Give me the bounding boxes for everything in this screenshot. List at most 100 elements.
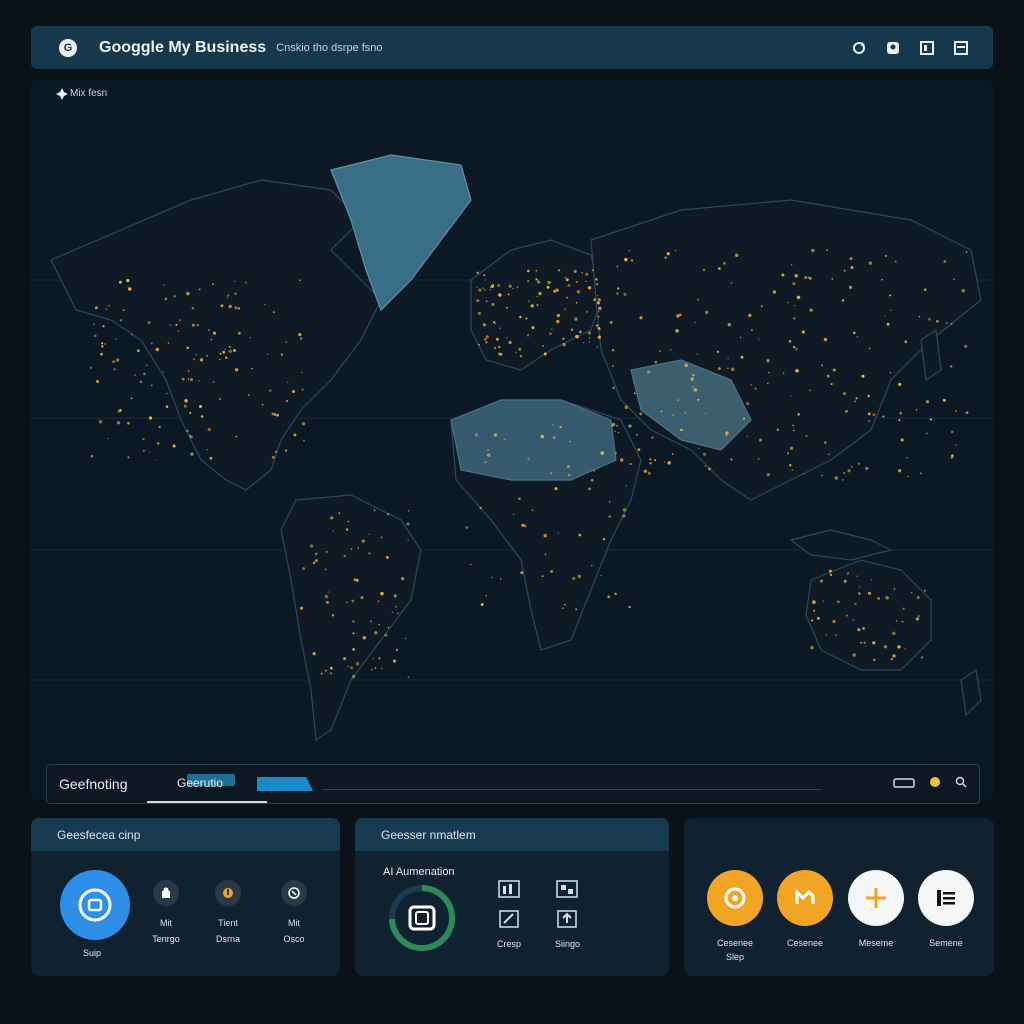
city-light bbox=[794, 304, 796, 307]
city-light bbox=[163, 284, 165, 286]
city-light bbox=[950, 322, 953, 325]
city-light bbox=[96, 380, 99, 383]
city-light bbox=[478, 288, 482, 292]
city-light bbox=[554, 487, 558, 491]
city-light bbox=[136, 349, 140, 353]
city-light bbox=[186, 429, 189, 433]
city-light bbox=[386, 513, 390, 516]
city-light bbox=[598, 306, 602, 311]
city-light bbox=[882, 415, 885, 418]
city-light bbox=[826, 249, 828, 252]
city-light bbox=[664, 256, 667, 259]
city-light bbox=[350, 548, 353, 550]
city-light bbox=[890, 309, 892, 312]
city-light bbox=[915, 617, 919, 621]
city-light bbox=[251, 367, 253, 370]
city-light bbox=[519, 315, 522, 319]
map-route-icon bbox=[777, 870, 833, 926]
city-light bbox=[945, 321, 948, 324]
geofence-item-2[interactable]: Tient Dsrna bbox=[214, 880, 242, 944]
chart-icon bbox=[498, 880, 520, 898]
search-icon[interactable] bbox=[955, 775, 967, 793]
city-light bbox=[535, 278, 538, 281]
city-light bbox=[649, 458, 652, 461]
geofence-primary-button[interactable] bbox=[60, 870, 130, 940]
city-light bbox=[94, 306, 98, 310]
action-button-4[interactable]: Semene bbox=[918, 870, 974, 948]
city-light bbox=[476, 271, 479, 274]
city-light bbox=[167, 342, 170, 344]
city-light bbox=[302, 567, 306, 570]
panel-title: Geesser nmatlem bbox=[355, 818, 669, 851]
city-light bbox=[593, 298, 597, 302]
city-light bbox=[614, 592, 617, 596]
city-light bbox=[234, 368, 239, 372]
city-light bbox=[868, 419, 871, 422]
automation-item-3[interactable]: Cresp bbox=[497, 910, 521, 949]
city-light bbox=[219, 358, 221, 361]
geofence-item-1[interactable]: Mit Tenrgo bbox=[152, 880, 180, 944]
city-light bbox=[600, 574, 602, 577]
city-light bbox=[633, 392, 636, 395]
city-light bbox=[164, 297, 168, 301]
city-light bbox=[767, 382, 769, 385]
city-light bbox=[893, 588, 896, 591]
automation-item-1[interactable] bbox=[497, 880, 521, 909]
city-light bbox=[872, 641, 876, 645]
city-light bbox=[477, 311, 481, 315]
city-light bbox=[898, 418, 901, 422]
city-light bbox=[722, 261, 726, 265]
city-light bbox=[570, 328, 574, 331]
layer-toggle-icon[interactable] bbox=[893, 775, 915, 793]
city-light bbox=[811, 248, 815, 253]
window-icon[interactable] bbox=[953, 40, 969, 56]
city-light bbox=[639, 412, 643, 416]
geofencing-tab[interactable]: Geerutio bbox=[177, 776, 223, 790]
city-light bbox=[950, 430, 954, 434]
city-light bbox=[585, 280, 587, 283]
city-light bbox=[347, 520, 350, 523]
city-light bbox=[628, 249, 630, 252]
city-light bbox=[122, 309, 125, 312]
city-light bbox=[717, 367, 721, 371]
action-button-2[interactable]: Cesenee bbox=[777, 870, 833, 948]
city-light bbox=[760, 305, 763, 308]
automation-progress-ring[interactable] bbox=[385, 881, 459, 955]
city-light bbox=[654, 360, 658, 364]
city-light bbox=[953, 278, 955, 280]
city-light bbox=[690, 377, 694, 381]
app-logo-icon[interactable]: G bbox=[59, 38, 77, 57]
city-light bbox=[918, 315, 921, 318]
city-light bbox=[576, 290, 581, 294]
city-light bbox=[596, 346, 598, 348]
city-light bbox=[330, 516, 334, 520]
city-light bbox=[227, 294, 230, 297]
city-light bbox=[861, 374, 865, 378]
automation-item-4[interactable]: Siingo bbox=[555, 910, 580, 949]
city-light bbox=[832, 368, 836, 372]
account-icon[interactable] bbox=[885, 40, 901, 56]
city-light bbox=[868, 261, 873, 265]
city-light bbox=[469, 563, 472, 566]
city-light bbox=[581, 272, 583, 274]
city-light bbox=[298, 332, 302, 337]
layout-icon[interactable] bbox=[919, 40, 935, 56]
city-light bbox=[757, 458, 760, 460]
city-light bbox=[177, 330, 180, 332]
city-light bbox=[587, 331, 591, 335]
action-button-1[interactable]: Cesenee Slep bbox=[707, 870, 763, 962]
world-map[interactable]: Mix fesn bbox=[31, 80, 993, 800]
city-light bbox=[679, 428, 683, 432]
action-button-3[interactable]: Meseme bbox=[848, 870, 904, 948]
timeline-track[interactable] bbox=[322, 789, 822, 790]
city-light bbox=[191, 323, 195, 327]
city-light bbox=[148, 416, 153, 420]
city-light bbox=[374, 631, 378, 635]
automation-item-2[interactable] bbox=[555, 880, 579, 909]
city-light bbox=[651, 436, 654, 439]
city-light bbox=[766, 472, 771, 477]
city-light bbox=[206, 449, 208, 451]
refresh-icon[interactable] bbox=[851, 40, 867, 56]
geofence-item-3[interactable]: Mit Osco bbox=[280, 880, 308, 944]
city-light bbox=[578, 330, 582, 334]
